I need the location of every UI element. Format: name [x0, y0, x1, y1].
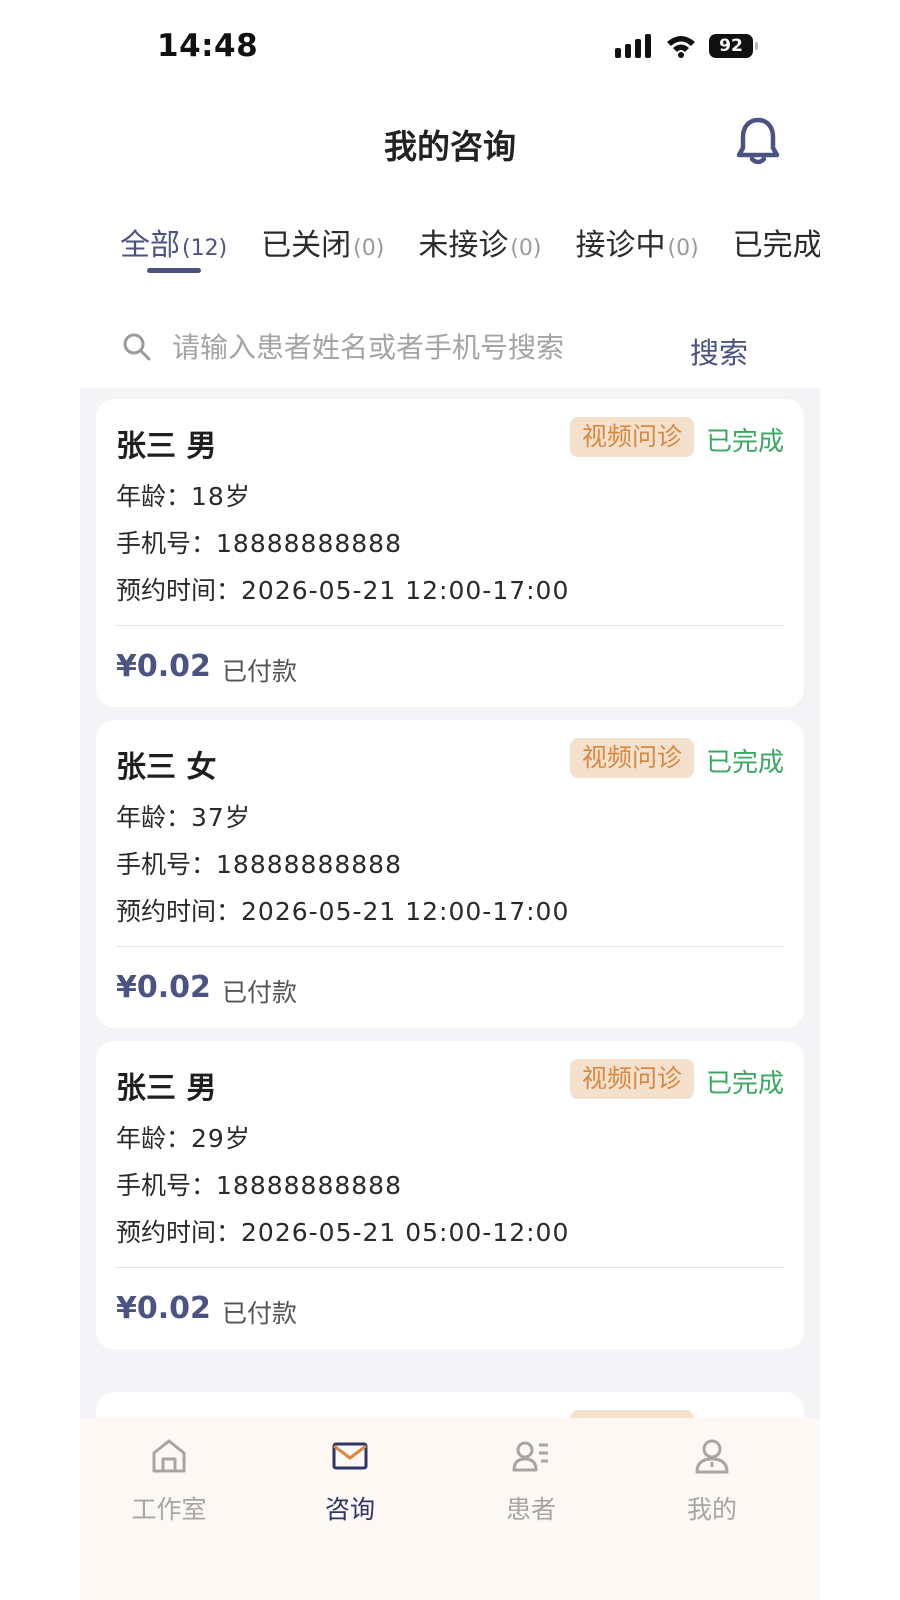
wifi-icon [667, 36, 695, 58]
consult-type-tag: 视频问诊 [570, 738, 694, 778]
consult-type-tag: 视频问诊 [570, 1059, 694, 1099]
phone-row: 手机号：18888888888 [116, 524, 402, 560]
patient-name: 张三 男 [116, 429, 217, 464]
tab-closed[interactable]: 已关闭(0) [261, 220, 384, 264]
tab-all[interactable]: 全部(12) [120, 220, 227, 264]
appointment-value: 2026-05-21 05:00-12:00 [241, 1218, 570, 1247]
tab-not-received[interactable]: 未接诊(0) [418, 220, 541, 264]
age-row: 年龄：18岁 [116, 477, 251, 513]
signal-icon [615, 34, 651, 58]
age-value: 29岁 [191, 1124, 251, 1153]
status-time: 14:48 [157, 28, 259, 64]
tab-label: 已关闭 [261, 228, 352, 263]
nav-studio[interactable]: 工作室 [94, 1436, 244, 1526]
phone-label: 手机号： [116, 850, 217, 879]
mail-icon [332, 1442, 368, 1470]
price: ¥0.02 [116, 1291, 211, 1326]
age-row: 年龄：29岁 [116, 1119, 251, 1155]
payment-status: 已付款 [222, 1299, 298, 1328]
payment-status: 已付款 [222, 978, 298, 1007]
search-button[interactable]: 搜索 [690, 330, 748, 372]
phone-row: 手机号：18888888888 [116, 1166, 402, 1202]
age-value: 18岁 [191, 482, 251, 511]
price: ¥0.02 [116, 649, 211, 684]
status-label: 已完成 [705, 427, 784, 457]
nav-patients[interactable]: 患者 [456, 1436, 606, 1526]
tab-label: 未接诊 [418, 228, 509, 263]
divider [116, 1267, 784, 1268]
search-icon [123, 333, 151, 361]
home-icon [152, 1439, 186, 1473]
nav-label: 患者 [505, 1495, 556, 1524]
search-input[interactable] [172, 322, 632, 372]
nav-label: 咨询 [324, 1495, 375, 1524]
phone-value: 18888888888 [216, 529, 402, 558]
tab-count: (0) [353, 236, 385, 261]
tab-count: (0) [667, 236, 699, 261]
status-tabs: 全部(12)已关闭(0)未接诊(0)接诊中(0)已完成( [120, 220, 820, 280]
appointment-value: 2026-05-21 12:00-17:00 [241, 897, 570, 926]
phone-value: 18888888888 [216, 1171, 402, 1200]
consult-type-tag: 视频问诊 [570, 417, 694, 457]
appointment-row: 预约时间：2026-05-21 12:00-17:00 [116, 571, 569, 607]
status-label: 已完成 [705, 748, 784, 778]
appointment-row: 预约时间：2026-05-21 05:00-12:00 [116, 1213, 569, 1249]
consultation-card[interactable]: 张三 男 视频问诊 已完成 年龄：29岁 手机号：18888888888 预约时… [96, 1041, 804, 1349]
status-icons: 92 [615, 34, 758, 58]
divider [116, 946, 784, 947]
age-label: 年龄： [116, 803, 192, 832]
price: ¥0.02 [116, 970, 211, 1005]
tab-label: 已完成 [732, 228, 820, 263]
nav-label: 我的 [686, 1495, 737, 1524]
tab-count: (12) [182, 236, 228, 261]
patient-icon [512, 1441, 548, 1472]
age-label: 年龄： [116, 482, 192, 511]
phone-label: 手机号： [116, 1171, 217, 1200]
consultation-card[interactable]: 张三 女 视频问诊 已完成 年龄：37岁 手机号：18888888888 预约时… [96, 720, 804, 1028]
tab-label: 全部 [120, 228, 180, 263]
divider [116, 625, 784, 626]
battery-level: 92 [719, 36, 743, 56]
tab-completed[interactable]: 已完成( [733, 220, 820, 264]
phone-label: 手机号： [116, 529, 217, 558]
consultation-card[interactable]: 张三 男 视频问诊 已完成 年龄：18岁 手机号：18888888888 预约时… [96, 399, 804, 707]
tab-in-progress[interactable]: 接诊中(0) [576, 220, 699, 264]
status-label: 已完成 [705, 1069, 784, 1099]
age-row: 年龄：37岁 [116, 798, 251, 834]
appointment-label: 预约时间： [116, 1218, 242, 1247]
tab-count: (0) [510, 236, 542, 261]
appointment-label: 预约时间： [116, 576, 242, 605]
nav-mine[interactable]: 我的 [637, 1436, 787, 1526]
age-label: 年龄： [116, 1124, 192, 1153]
bell-icon[interactable] [735, 115, 781, 167]
battery-indicator: 92 [709, 34, 758, 58]
phone-row: 手机号：18888888888 [116, 845, 402, 881]
tab-label: 接诊中 [575, 228, 666, 263]
phone-value: 18888888888 [216, 850, 402, 879]
age-value: 37岁 [191, 803, 251, 832]
appointment-row: 预约时间：2026-05-21 12:00-17:00 [116, 892, 569, 928]
user-icon [695, 1439, 729, 1474]
active-tab-indicator [147, 268, 201, 273]
nav-label: 工作室 [131, 1495, 207, 1524]
payment-status: 已付款 [222, 657, 298, 686]
appointment-label: 预约时间： [116, 897, 242, 926]
bottom-tab-bar: 工作室 咨询 患者 我的 [80, 1418, 820, 1600]
appointment-value: 2026-05-21 12:00-17:00 [241, 576, 570, 605]
patient-name: 张三 女 [116, 750, 217, 785]
patient-name: 张三 男 [116, 1071, 217, 1106]
nav-consult[interactable]: 咨询 [275, 1436, 425, 1526]
